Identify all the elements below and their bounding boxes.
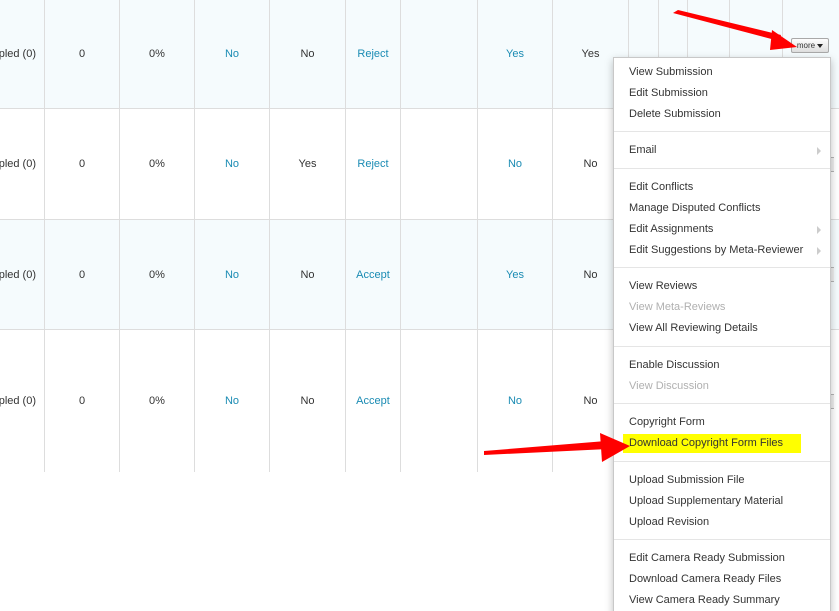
screenshot-stage: pled (0) 0 0% No No Reject Yes Yes pled …: [0, 0, 839, 611]
decision-link[interactable]: Accept: [346, 220, 401, 329]
menu-divider: [614, 460, 830, 462]
menu-item-view-submission[interactable]: View Submission: [614, 62, 830, 83]
menu-divider: [614, 345, 830, 347]
menu-item-download-camera-ready-files[interactable]: Download Camera Ready Files: [614, 569, 830, 590]
menu-divider: [614, 267, 830, 269]
flag-link[interactable]: No: [195, 0, 270, 108]
actions-dropdown-menu: View Submission Edit Submission Delete S…: [613, 57, 831, 611]
caret-down-icon: [817, 43, 824, 48]
flag-link[interactable]: No: [195, 220, 270, 329]
empty-cell: [401, 109, 478, 219]
menu-item-edit-camera-ready-submission[interactable]: Edit Camera Ready Submission: [614, 548, 830, 569]
menu-item-download-copyright-form-files[interactable]: Download Copyright Form Files: [614, 433, 830, 454]
more-actions-button[interactable]: more: [791, 38, 829, 53]
status-cell: pled (0): [0, 109, 45, 219]
menu-item-view-meta-reviews: View Meta-Reviews: [629, 301, 726, 314]
percent-cell: 0%: [120, 220, 195, 329]
flag-cell: No: [270, 220, 346, 329]
flag-link-2[interactable]: No: [478, 330, 553, 472]
menu-divider: [614, 168, 830, 170]
menu-item-edit-conflicts[interactable]: Edit Conflicts: [614, 177, 830, 198]
empty-cell: [401, 220, 478, 329]
menu-divider: [614, 539, 830, 541]
submenu-arrow-icon: [817, 246, 821, 255]
count-cell: 0: [45, 0, 120, 108]
flag-cell: No: [270, 330, 346, 472]
menu-item-upload-submission-file[interactable]: Upload Submission File: [614, 470, 830, 491]
highlighted-menu-label: Download Copyright Form Files: [623, 434, 802, 454]
submenu-arrow-icon: [817, 225, 821, 234]
menu-item-label: Edit Suggestions by Meta-Reviewer: [629, 243, 804, 256]
menu-item-upload-supplementary-material[interactable]: Upload Supplementary Material: [614, 491, 830, 512]
status-cell: pled (0): [0, 0, 45, 108]
menu-divider: [614, 403, 830, 405]
flag-cell: No: [270, 0, 346, 108]
menu-divider: [614, 131, 830, 133]
decision-link[interactable]: Accept: [346, 330, 401, 472]
menu-item-copyright-form[interactable]: Copyright Form: [614, 412, 830, 433]
count-cell: 0: [45, 330, 120, 472]
count-cell: 0: [45, 220, 120, 329]
menu-item-email[interactable]: Email: [614, 140, 830, 161]
menu-item-view-all-reviewing-details[interactable]: View All Reviewing Details: [614, 318, 830, 339]
percent-cell: 0%: [120, 330, 195, 472]
count-cell: 0: [45, 109, 120, 219]
menu-item-manage-disputed-conflicts[interactable]: Manage Disputed Conflicts: [614, 198, 830, 219]
flag-link[interactable]: No: [195, 109, 270, 219]
menu-item-enable-discussion[interactable]: Enable Discussion: [614, 355, 830, 376]
flag-link-2[interactable]: Yes: [478, 220, 553, 329]
decision-link[interactable]: Reject: [346, 109, 401, 219]
flag-link-2[interactable]: Yes: [478, 0, 553, 108]
menu-item-view-reviews[interactable]: View Reviews: [614, 276, 830, 297]
empty-cell: [401, 0, 478, 108]
submenu-arrow-icon: [817, 147, 821, 156]
menu-item-label: Email: [629, 144, 657, 157]
percent-cell: 0%: [120, 0, 195, 108]
flag-link-2[interactable]: No: [478, 109, 553, 219]
menu-item-view-camera-ready-summary[interactable]: View Camera Ready Summary: [614, 590, 830, 611]
empty-cell: [401, 330, 478, 472]
decision-link[interactable]: Reject: [346, 0, 401, 108]
menu-item-upload-revision[interactable]: Upload Revision: [614, 512, 830, 533]
status-cell: pled (0): [0, 220, 45, 329]
menu-item-edit-suggestions[interactable]: Edit Suggestions by Meta-Reviewer: [614, 240, 830, 261]
menu-item-edit-submission[interactable]: Edit Submission: [614, 83, 830, 104]
more-button-label: more: [796, 41, 816, 50]
percent-cell: 0%: [120, 109, 195, 219]
menu-item-view-discussion: View Discussion: [629, 379, 709, 392]
menu-item-label: Edit Assignments: [629, 222, 714, 235]
status-cell: pled (0): [0, 330, 45, 472]
flag-cell: Yes: [270, 109, 346, 219]
menu-item-edit-assignments[interactable]: Edit Assignments: [614, 219, 830, 240]
menu-item-delete-submission[interactable]: Delete Submission: [614, 104, 830, 125]
flag-link[interactable]: No: [195, 330, 270, 472]
